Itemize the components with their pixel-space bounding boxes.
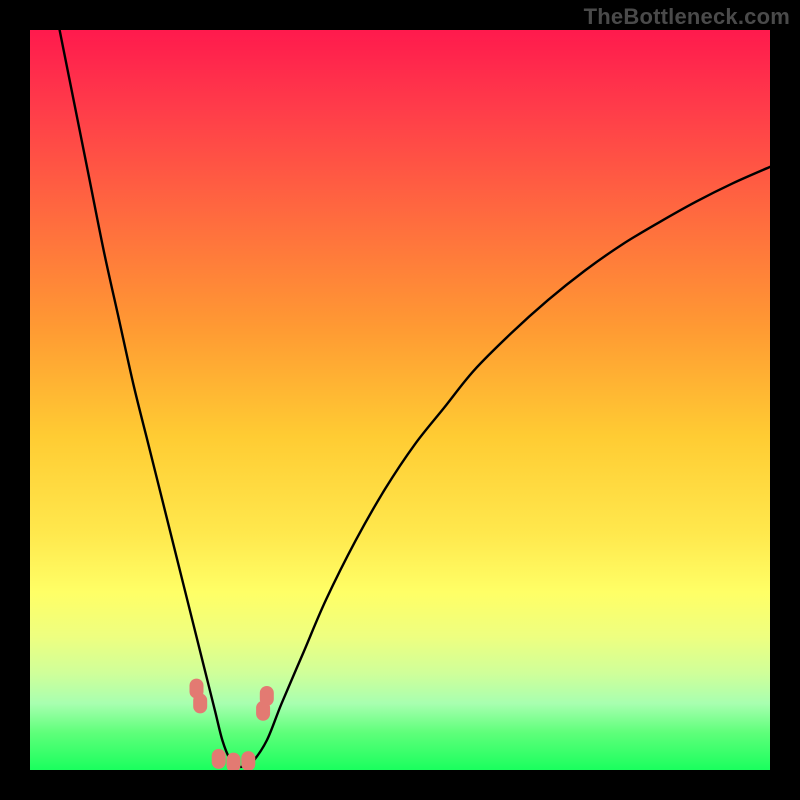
curve-markers [190, 679, 274, 770]
curve-layer [30, 30, 770, 770]
bottleneck-curve [60, 30, 770, 767]
plot-area [30, 30, 770, 770]
curve-marker [193, 693, 207, 713]
chart-frame: TheBottleneck.com [0, 0, 800, 800]
curve-marker [241, 751, 255, 770]
watermark-text: TheBottleneck.com [584, 4, 790, 30]
curve-marker [260, 686, 274, 706]
curve-marker [212, 749, 226, 769]
curve-marker [227, 753, 241, 770]
